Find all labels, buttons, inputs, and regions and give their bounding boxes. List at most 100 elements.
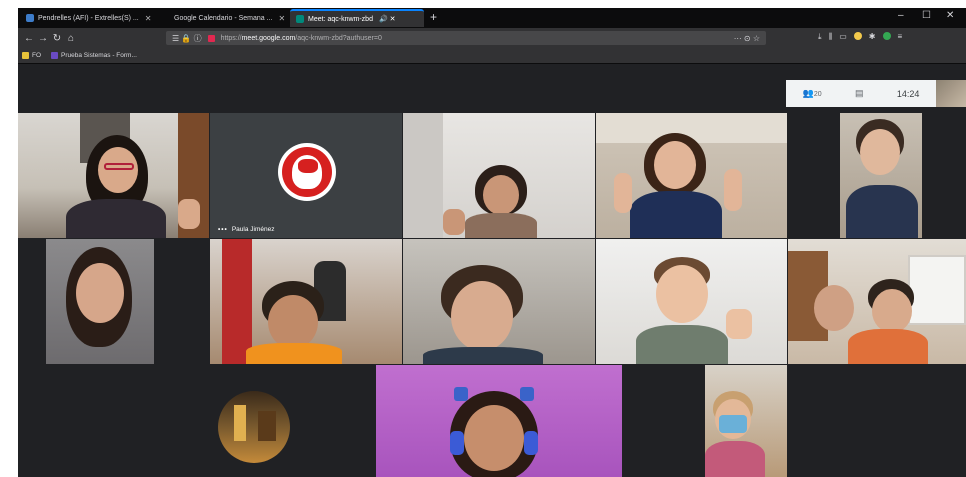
cat-ear-left xyxy=(454,387,468,401)
site-info-icon[interactable]: ☰ 🔒 ⓘ xyxy=(172,33,202,44)
bookmark-label: FO xyxy=(32,52,42,59)
meet-call-area: 👥20 ▤ 14:24 ••• Paula Jiménez xyxy=(18,64,966,477)
shirt xyxy=(465,213,537,238)
menu-icon[interactable]: ≡ xyxy=(898,32,903,42)
tab-bar: Pendrelles (AFI) - Extrelles(S) ... ✕ Go… xyxy=(18,8,966,28)
participant-tile[interactable] xyxy=(788,239,966,364)
video-feed xyxy=(840,113,922,238)
face xyxy=(76,263,124,323)
tab-favicon-icon xyxy=(26,14,34,22)
participant-tile[interactable] xyxy=(376,365,622,477)
avatar-light xyxy=(234,405,246,441)
face xyxy=(451,281,513,351)
face xyxy=(872,289,912,333)
participants-icon[interactable]: 👥20 xyxy=(803,88,822,99)
video-feed xyxy=(705,365,787,477)
participant-tile[interactable] xyxy=(403,113,595,238)
wall xyxy=(403,113,443,238)
face-mask xyxy=(719,415,747,433)
recording-indicator-icon[interactable] xyxy=(207,34,215,42)
face xyxy=(483,175,519,215)
avatar-logo-cap xyxy=(298,159,318,173)
clock-time: 14:24 xyxy=(896,88,920,99)
bookmark-fo[interactable]: FO xyxy=(22,52,41,59)
tab-meet[interactable]: Meet: aqc-knwm-zbd 🔊 ✕ xyxy=(290,9,424,27)
shirt xyxy=(246,343,342,364)
call-info-bar: 👥20 ▤ 14:24 xyxy=(786,80,936,107)
face xyxy=(98,147,138,193)
more-options-icon[interactable]: ••• xyxy=(218,226,228,233)
participant-tile[interactable] xyxy=(210,239,402,364)
participant-tile[interactable] xyxy=(596,239,787,364)
extension-green-icon[interactable] xyxy=(882,32,891,40)
face xyxy=(464,405,524,471)
folder-icon xyxy=(22,52,29,59)
raised-hand-left xyxy=(614,173,632,213)
maximize-button[interactable]: ☐ xyxy=(922,10,931,21)
tab-title: Pendrelles (AFI) - Extrelles(S) ... xyxy=(38,14,139,22)
window xyxy=(908,255,966,325)
face xyxy=(654,141,696,189)
self-view-thumbnail[interactable] xyxy=(936,80,966,107)
headphone-right xyxy=(524,431,538,455)
tab-close-icon[interactable]: ✕ xyxy=(145,14,152,23)
waving-hand xyxy=(726,309,752,339)
participant-tile[interactable] xyxy=(596,113,787,238)
tab-close-icon[interactable]: ✕ xyxy=(278,14,285,23)
participant-tile[interactable] xyxy=(623,365,966,477)
face xyxy=(268,295,318,349)
tab-title: Google Calendario - Semana ... xyxy=(174,14,273,22)
participant-tile[interactable] xyxy=(403,239,595,364)
participant-tile[interactable]: ••• Paula Jiménez xyxy=(210,113,402,238)
participant-tile[interactable] xyxy=(18,239,209,364)
shirt xyxy=(423,347,543,364)
tab-google-calendar[interactable]: Google Calendario - Semana ... ✕ xyxy=(164,9,288,27)
tab-audio-icon[interactable]: 🔊 ✕ xyxy=(379,15,396,23)
minimize-button[interactable]: – xyxy=(898,10,904,21)
waving-hand xyxy=(178,199,200,229)
forward-button[interactable]: → xyxy=(36,33,50,44)
headphone-left xyxy=(450,431,464,455)
participant-name-tag: ••• Paula Jiménez xyxy=(218,226,274,233)
face xyxy=(656,265,708,323)
face xyxy=(814,285,854,331)
shirt xyxy=(636,325,728,364)
shirt xyxy=(846,185,918,238)
meet-favicon-icon xyxy=(296,15,304,23)
reload-button[interactable]: ↻ xyxy=(50,33,64,44)
library-icon[interactable]: ⫼ xyxy=(829,32,833,42)
extension-icon[interactable] xyxy=(853,32,862,40)
avatar xyxy=(278,143,336,201)
participant-tile[interactable] xyxy=(18,113,209,238)
avatar xyxy=(218,391,290,463)
close-window-button[interactable]: ✕ xyxy=(946,10,954,21)
extension-puzzle-icon[interactable]: ✱ xyxy=(869,32,876,42)
bookmark-prueba[interactable]: Prueba Sistemas - Form... xyxy=(51,52,137,59)
downloads-icon[interactable]: ⤓ xyxy=(818,32,822,42)
tab-title: Meet: aqc-knwm-zbd xyxy=(308,15,373,23)
toolbar-extensions: ⤓ ⫼ ▭ ✱ ≡ xyxy=(818,32,902,42)
page-actions-icon[interactable]: ··· ⊙ ☆ xyxy=(734,34,760,43)
chat-icon[interactable]: ▤ xyxy=(855,88,864,99)
navigation-bar: ← → ↻ ⌂ ☰ 🔒 ⓘ https:// meet.google.com /… xyxy=(18,28,966,48)
sidebar-icon[interactable]: ▭ xyxy=(839,32,847,42)
bookmark-label: Prueba Sistemas - Form... xyxy=(61,52,137,59)
participants-count: 20 xyxy=(813,91,822,98)
video-feed xyxy=(46,239,154,364)
shirt xyxy=(66,199,166,238)
back-button[interactable]: ← xyxy=(22,33,36,44)
glasses xyxy=(104,163,134,170)
face xyxy=(860,129,900,175)
raised-hand-right xyxy=(724,169,742,211)
url-bar[interactable]: ☰ 🔒 ⓘ https:// meet.google.com /aqc-knwm… xyxy=(166,31,766,45)
participant-tile[interactable] xyxy=(788,113,966,238)
new-tab-button[interactable]: + xyxy=(430,10,437,24)
home-button[interactable]: ⌂ xyxy=(64,33,78,44)
shirt xyxy=(848,329,928,364)
avatar-shadow xyxy=(258,411,276,441)
cat-ear-right xyxy=(520,387,534,401)
participant-tile[interactable] xyxy=(18,365,375,477)
tab-pendrelles[interactable]: Pendrelles (AFI) - Extrelles(S) ... ✕ xyxy=(20,9,162,27)
forms-icon xyxy=(51,52,59,59)
participant-name: Paula Jiménez xyxy=(231,226,275,233)
